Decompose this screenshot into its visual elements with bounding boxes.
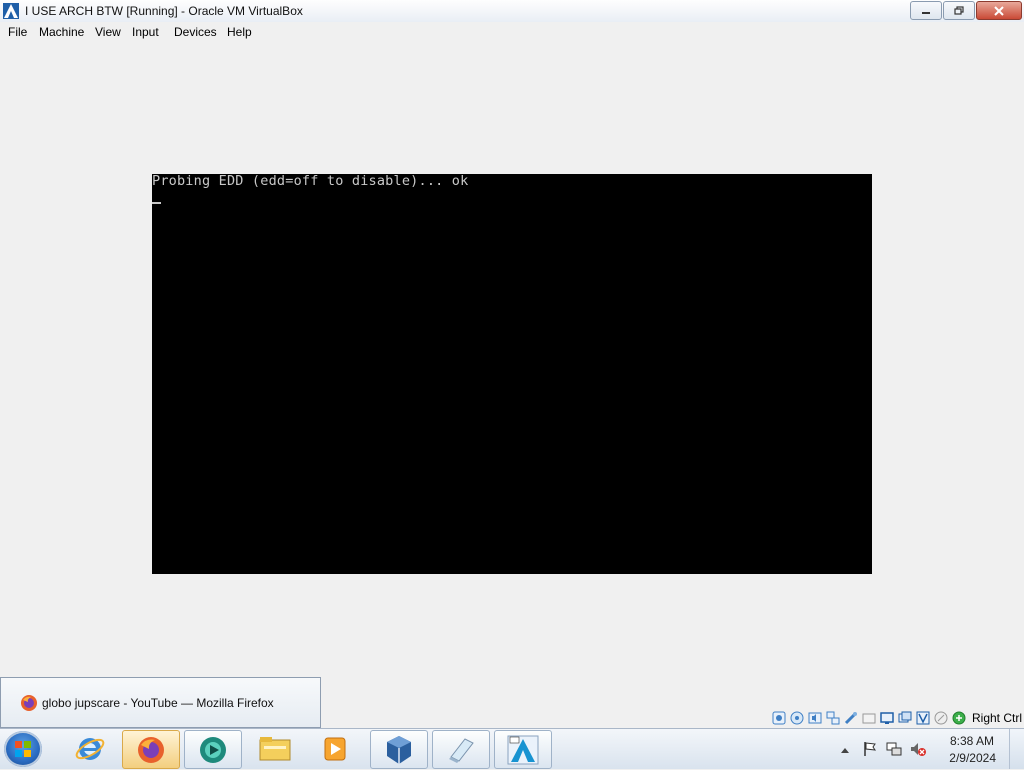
windows-media-player-icon [324,737,346,760]
menu-bar: File Machine View Input Devices Help [0,22,1024,41]
clock-time[interactable]: 8:38 AM [950,734,994,748]
taskbar: 8:38 AM 2/9/2024 [0,728,1024,769]
taskbar-preview-tooltip[interactable]: globo jupscare - YouTube — Mozilla Firef… [0,677,321,728]
action-center-flag-icon[interactable] [862,741,878,757]
hard-disk-icon[interactable] [772,711,786,725]
optical-drive-icon[interactable] [790,711,804,725]
show-desktop-button[interactable] [1009,729,1024,769]
cpu-virtualization-icon[interactable] [916,711,930,725]
taskbar-internet-explorer[interactable] [62,730,118,767]
network-icon[interactable] [826,711,840,725]
keyboard-capture-icon[interactable] [952,711,966,725]
show-hidden-icons-chevron[interactable] [840,746,850,754]
internet-explorer-icon [75,737,105,760]
audio-icon[interactable] [808,711,822,725]
system-tray: 8:38 AM 2/9/2024 [841,729,1024,769]
clock-date[interactable]: 2/9/2024 [949,751,996,765]
mouse-integration-icon[interactable] [934,711,948,725]
menu-input[interactable]: Input [132,25,159,39]
arch-linux-vm-icon [507,735,539,764]
restore-button[interactable] [943,1,975,20]
taskbar-virtualbox[interactable] [370,730,428,769]
taskbar-firefox[interactable] [122,730,180,769]
menu-devices[interactable]: Devices [174,25,217,39]
taskbar-media-player[interactable] [307,730,363,767]
network-icon[interactable] [886,741,902,757]
virtualbox-app-icon[interactable] [2,2,20,20]
usb-icon[interactable] [844,711,858,725]
start-button[interactable] [4,731,42,767]
volume-muted-icon[interactable] [910,741,926,757]
close-button[interactable] [976,1,1022,20]
display-icon[interactable] [880,711,894,725]
taskbar-notepad[interactable] [432,730,490,769]
virtualbox-icon [387,735,411,764]
window-title: I USE ARCH BTW [Running] - Oracle VM Vir… [25,4,303,18]
file-explorer-icon [259,736,291,760]
video-capture-icon[interactable] [898,711,912,725]
minimize-button[interactable] [910,1,942,20]
console-cursor [152,202,161,204]
vm-display[interactable]: Probing EDD (edd=off to disable)... ok [152,173,872,574]
firefox-icon [138,736,164,763]
menu-help[interactable]: Help [227,25,252,39]
host-key-label[interactable]: Right Ctrl [972,711,1022,725]
minimize-icon [922,11,930,14]
close-icon [994,5,1004,16]
windows-logo-icon [15,741,31,757]
firefox-icon [21,695,37,711]
menu-file[interactable]: File [8,25,27,39]
console-line: Probing EDD (edd=off to disable)... ok [152,173,469,189]
preview-title: globo jupscare - YouTube — Mozilla Firef… [42,696,274,710]
restore-icon [954,5,964,15]
taskbar-file-explorer[interactable] [247,730,303,767]
taskbar-media-app[interactable] [184,730,242,769]
menu-machine[interactable]: Machine [39,25,84,39]
media-app-icon [200,736,226,763]
taskbar-arch-vm[interactable] [494,730,552,769]
shared-folders-icon[interactable] [862,711,876,725]
vm-status-bar: Right Ctrl [772,710,1024,726]
menu-view[interactable]: View [95,25,121,39]
title-bar[interactable]: I USE ARCH BTW [Running] - Oracle VM Vir… [0,0,1024,23]
notepad-icon [449,737,474,763]
